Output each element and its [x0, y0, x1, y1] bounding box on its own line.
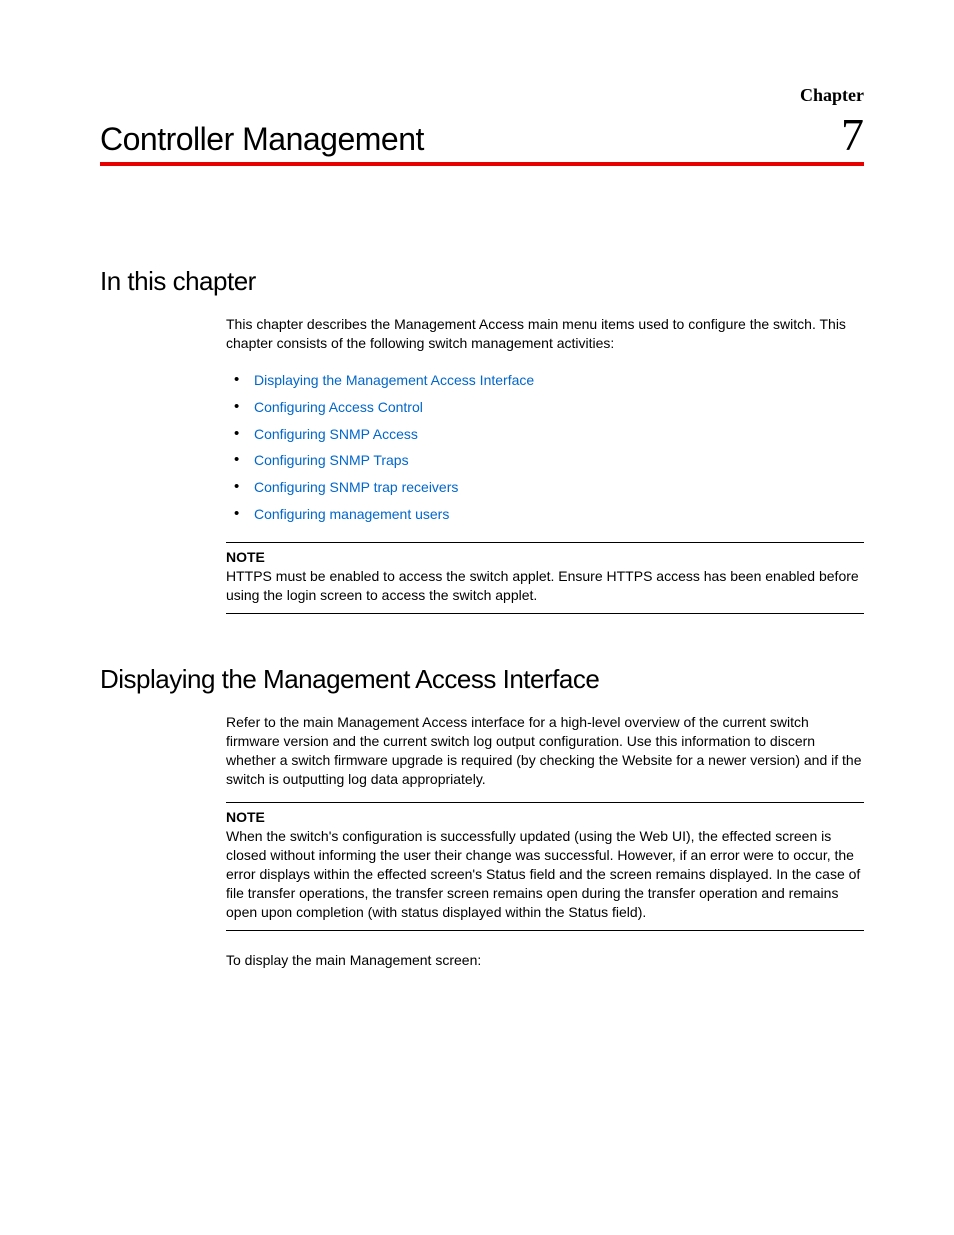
note-label: NOTE: [226, 809, 864, 825]
list-item: Configuring management users: [226, 501, 864, 528]
topic-link-list: Displaying the Management Access Interfa…: [226, 367, 864, 528]
note-block-config-update: NOTE When the switch's configuration is …: [226, 802, 864, 930]
section-heading-in-this-chapter: In this chapter: [100, 266, 864, 297]
note-text: HTTPS must be enabled to access the swit…: [226, 567, 864, 605]
list-item: Configuring SNMP trap receivers: [226, 474, 864, 501]
chapter-title: Controller Management: [100, 121, 424, 158]
link-configuring-snmp-traps[interactable]: Configuring SNMP Traps: [254, 452, 409, 468]
section2-para2: To display the main Management screen:: [226, 951, 864, 970]
note-block-https: NOTE HTTPS must be enabled to access the…: [226, 542, 864, 614]
link-configuring-access-control[interactable]: Configuring Access Control: [254, 399, 423, 415]
note-text: When the switch's configuration is succe…: [226, 827, 864, 921]
list-item: Configuring SNMP Access: [226, 421, 864, 448]
note-label: NOTE: [226, 549, 864, 565]
list-item: Configuring Access Control: [226, 394, 864, 421]
section2-body: Refer to the main Management Access inte…: [226, 713, 864, 970]
chapter-number: 7: [841, 112, 864, 158]
intro-paragraph: This chapter describes the Management Ac…: [226, 315, 864, 353]
section2-para1: Refer to the main Management Access inte…: [226, 713, 864, 789]
link-configuring-snmp-access[interactable]: Configuring SNMP Access: [254, 426, 418, 442]
document-page: Chapter Controller Management 7 In this …: [0, 0, 954, 1235]
list-item: Displaying the Management Access Interfa…: [226, 367, 864, 394]
chapter-title-row: Controller Management 7: [100, 112, 864, 166]
chapter-label-row: Chapter: [100, 85, 864, 106]
link-configuring-management-users[interactable]: Configuring management users: [254, 506, 449, 522]
section-heading-displaying-management: Displaying the Management Access Interfa…: [100, 664, 864, 695]
list-item: Configuring SNMP Traps: [226, 447, 864, 474]
link-configuring-snmp-trap-receivers[interactable]: Configuring SNMP trap receivers: [254, 479, 458, 495]
chapter-label: Chapter: [800, 85, 864, 106]
link-displaying-management-access[interactable]: Displaying the Management Access Interfa…: [254, 372, 534, 388]
section1-body: This chapter describes the Management Ac…: [226, 315, 864, 614]
